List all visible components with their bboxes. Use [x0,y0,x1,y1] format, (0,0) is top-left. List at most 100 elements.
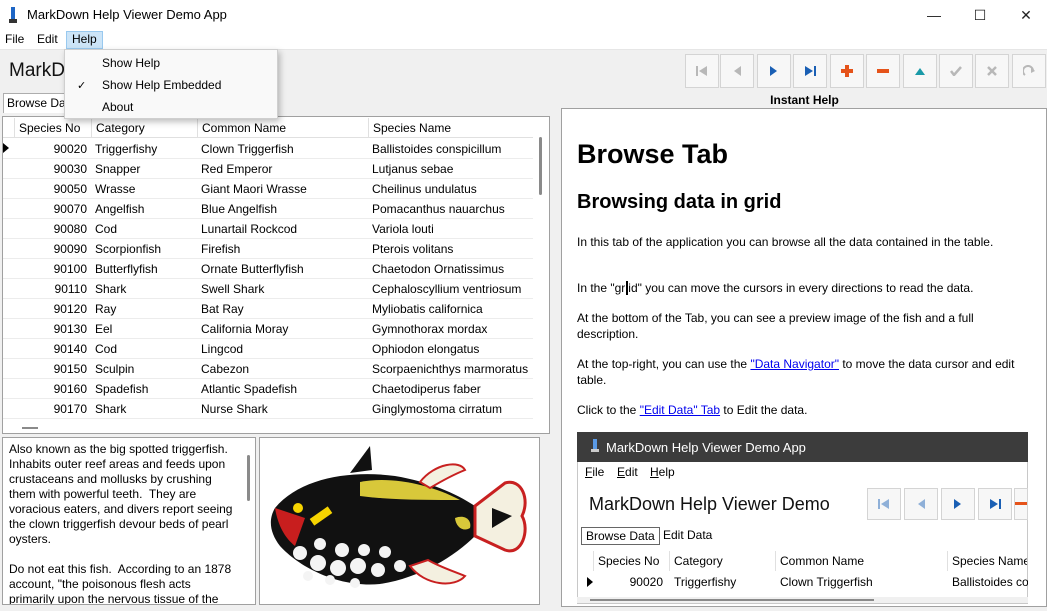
cell-species-name[interactable]: Ophiodon elongatus [368,339,533,359]
column-header-species-name[interactable]: Species Name [368,118,533,138]
menu-item-show-help[interactable]: Show Help [65,52,277,74]
cell-species-no[interactable]: 90050 [14,179,91,199]
cell-species-no[interactable]: 90080 [14,219,91,239]
cell-species-no[interactable]: 90090 [14,239,91,259]
grid-horizontal-scrollbar[interactable] [22,427,38,429]
close-button[interactable]: ✕ [1003,0,1047,30]
cell-category[interactable]: Wrasse [91,179,197,199]
cell-species-name[interactable]: Cheilinus undulatus [368,179,533,199]
cancel-button[interactable] [975,54,1009,88]
cell-common-name[interactable]: Cabezon [197,359,368,379]
cell-species-no[interactable]: 90150 [14,359,91,379]
cell-species-no[interactable]: 90030 [14,159,91,179]
cell-species-name[interactable]: Chaetodon Ornatissimus [368,259,533,279]
menu-item-show-help-embedded[interactable]: Show Help Embedded [65,74,277,96]
table-row[interactable]: 90150 Sculpin Cabezon Scorpaenichthys marmo… [3,359,533,379]
next-record-button[interactable] [757,54,791,88]
post-button[interactable] [939,54,973,88]
edit-record-button[interactable] [903,54,937,88]
cell-common-name[interactable]: Red Emperor [197,159,368,179]
cell-common-name[interactable]: Lingcod [197,339,368,359]
menu-item-about[interactable]: About [65,96,277,118]
column-header-category[interactable]: Category [91,118,197,138]
cell-common-name[interactable]: Lunartail Rockcod [197,219,368,239]
cell-species-name[interactable]: Scorpaenichthys marmoratus [368,359,533,379]
cell-species-name[interactable]: Gymnothorax mordax [368,319,533,339]
table-row[interactable]: 90120 Ray Bat Ray Myliobatis californica [3,299,533,319]
cell-species-no[interactable]: 90140 [14,339,91,359]
refresh-button[interactable] [1012,54,1046,88]
data-navigator-link[interactable]: "Data Navigator" [750,357,839,371]
cell-category[interactable]: Angelfish [91,199,197,219]
cell-species-no[interactable]: 90100 [14,259,91,279]
cell-common-name[interactable]: Swell Shark [197,279,368,299]
cell-species-no[interactable]: 90170 [14,399,91,419]
cell-common-name[interactable]: California Moray [197,319,368,339]
cell-category[interactable]: Cod [91,219,197,239]
grid-vertical-scrollbar[interactable] [539,137,542,195]
cell-species-no[interactable]: 90070 [14,199,91,219]
menu-file[interactable]: File [0,32,29,48]
cell-common-name[interactable]: Ornate Butterflyfish [197,259,368,279]
prior-record-button[interactable] [720,54,754,88]
cell-category[interactable]: Scorpionfish [91,239,197,259]
delete-record-button[interactable] [866,54,900,88]
cell-species-name[interactable]: Variola louti [368,219,533,239]
table-row[interactable]: 90070 Angelfish Blue Angelfish Pomacanthus … [3,199,533,219]
cell-species-no[interactable]: 90110 [14,279,91,299]
table-row[interactable]: 90170 Shark Nurse Shark Ginglymostoma cirra… [3,399,533,419]
cell-category[interactable]: Butterflyfish [91,259,197,279]
cell-species-no[interactable]: 90120 [14,299,91,319]
table-row[interactable]: 90080 Cod Lunartail Rockcod Variola louti [3,219,533,239]
menu-help[interactable]: Help [66,31,103,49]
cell-species-no[interactable]: 90160 [14,379,91,399]
table-row[interactable]: 90130 Eel California Moray Gymnothorax mord… [3,319,533,339]
cell-species-name[interactable]: Cephaloscyllium ventriosum [368,279,533,299]
help-horizontal-scrollbar[interactable] [590,599,874,601]
cell-common-name[interactable]: Giant Maori Wrasse [197,179,368,199]
insert-record-button[interactable] [830,54,864,88]
minimize-button[interactable]: — [911,0,957,30]
table-row[interactable]: 90090 Scorpionfish Firefish Pterois volitan… [3,239,533,259]
cell-category[interactable]: Shark [91,399,197,419]
cell-species-name[interactable]: Chaetodiperus faber [368,379,533,399]
table-row[interactable]: 90140 Cod Lingcod Ophiodon elongatus [3,339,533,359]
table-row[interactable]: 90050 Wrasse Giant Maori Wrasse Cheilinus u… [3,179,533,199]
last-record-button[interactable] [793,54,827,88]
column-header-species-no[interactable]: Species No [14,118,91,138]
table-row[interactable]: 90020 Triggerfishy Clown Triggerfish Ballis… [3,139,533,159]
cell-category[interactable]: Eel [91,319,197,339]
cell-species-name[interactable]: Myliobatis californica [368,299,533,319]
cell-common-name[interactable]: Atlantic Spadefish [197,379,368,399]
cell-common-name[interactable]: Blue Angelfish [197,199,368,219]
cell-species-name[interactable]: Ballistoides conspicillum [368,139,533,159]
first-record-button[interactable] [685,54,719,88]
cell-common-name[interactable]: Clown Triggerfish [197,139,368,159]
cell-common-name[interactable]: Firefish [197,239,368,259]
menu-edit[interactable]: Edit [32,32,63,48]
cell-category[interactable]: Cod [91,339,197,359]
table-row[interactable]: 90110 Shark Swell Shark Cephaloscyllium ven… [3,279,533,299]
description-scrollbar[interactable] [247,455,250,501]
table-row[interactable]: 90030 Snapper Red Emperor Lutjanus sebae [3,159,533,179]
cell-category[interactable]: Spadefish [91,379,197,399]
cell-category[interactable]: Ray [91,299,197,319]
cell-species-no[interactable]: 90020 [14,139,91,159]
edit-data-tab-link[interactable]: "Edit Data" Tab [640,403,720,417]
cell-common-name[interactable]: Nurse Shark [197,399,368,419]
maximize-button[interactable]: ☐ [957,0,1003,30]
cell-species-name[interactable]: Lutjanus sebae [368,159,533,179]
cell-category[interactable]: Shark [91,279,197,299]
table-row[interactable]: 90160 Spadefish Atlantic Spadefish Chaetodi… [3,379,533,399]
table-row[interactable]: 90100 Butterflyfish Ornate Butterflyfish Ch… [3,259,533,279]
cell-species-name[interactable]: Ginglymostoma cirratum [368,399,533,419]
cell-category[interactable]: Triggerfishy [91,139,197,159]
cell-common-name[interactable]: Bat Ray [197,299,368,319]
cell-species-name[interactable]: Pomacanthus nauarchus [368,199,533,219]
column-header-common-name[interactable]: Common Name [197,118,368,138]
tab-browse-data[interactable]: Browse Dat [3,93,74,113]
cell-species-name[interactable]: Pterois volitans [368,239,533,259]
cell-category[interactable]: Snapper [91,159,197,179]
cell-category[interactable]: Sculpin [91,359,197,379]
cell-species-no[interactable]: 90130 [14,319,91,339]
